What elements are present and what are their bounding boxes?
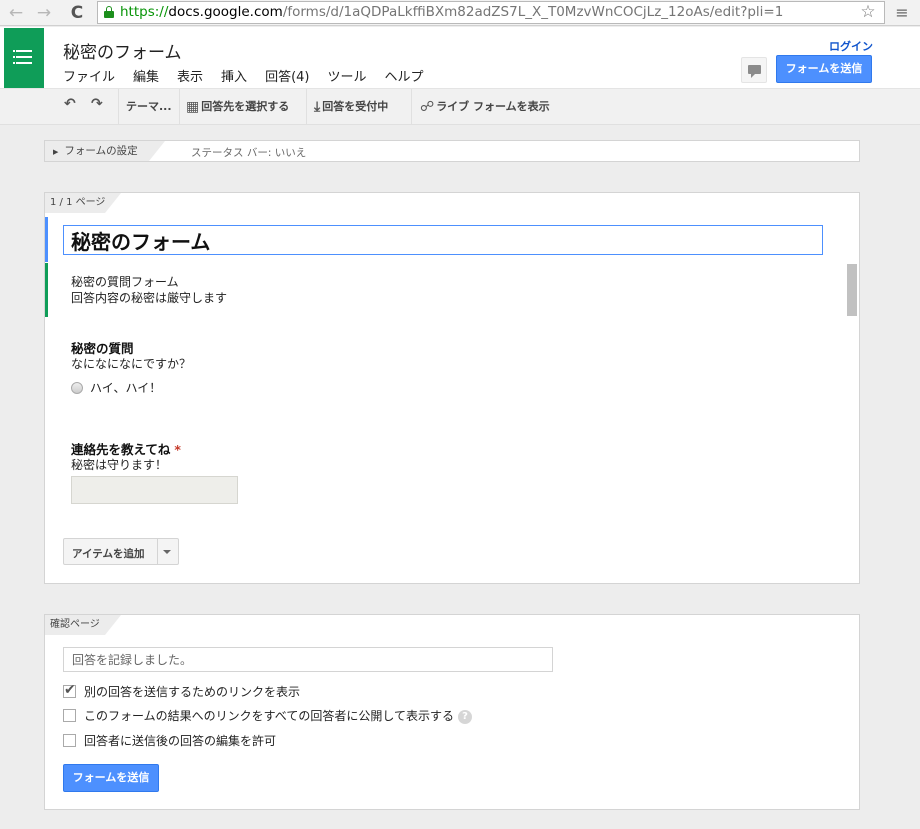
expand-arrow-icon: ▶ xyxy=(53,148,59,156)
url-path: /forms/d/1aQDPaLkffiBXm82adZS7L_X_T0MzvW… xyxy=(282,4,784,20)
redo-icon[interactable]: ↷ xyxy=(91,96,105,112)
checkbox[interactable] xyxy=(63,734,76,747)
undo-icon[interactable]: ↶ xyxy=(64,96,78,112)
required-mark: * xyxy=(174,442,181,457)
reload-icon[interactable]: C xyxy=(66,2,88,24)
status-bar-setting: ステータス バー: いいえ xyxy=(191,147,307,159)
answer-text-box[interactable] xyxy=(71,476,238,504)
address-bar[interactable]: https://docs.google.com/forms/d/1aQDPaLk… xyxy=(97,1,885,24)
option-allow-edit[interactable]: 回答者に送信後の回答の編集を許可 xyxy=(63,732,276,749)
send-form-button[interactable]: フォームを送信 xyxy=(63,764,159,792)
radio-option-label: ハイ、ハイ！ xyxy=(90,381,162,395)
confirmation-page-card: 確認ページ ✔別の回答を送信するためのリンクを表示 このフォームの結果へのリンク… xyxy=(44,614,860,810)
question-help-text: 秘密は守ります！ xyxy=(71,458,168,472)
comments-button[interactable] xyxy=(741,57,767,83)
url-host: docs.google.com xyxy=(168,4,283,20)
option-show-link[interactable]: ✔ 別の回答を送信するためのリンクを表示 xyxy=(63,682,300,700)
url-scheme: https:// xyxy=(120,4,169,20)
comment-icon xyxy=(748,65,761,74)
document-title[interactable]: 秘密のフォーム xyxy=(63,38,182,63)
dropdown-arrow-icon[interactable] xyxy=(163,550,171,554)
form-settings-bar[interactable]: ▶ フォームの設定 ステータス バー: いいえ xyxy=(44,140,860,162)
form-page-card: 1 / 1 ページ 秘密の質問フォーム 回答内容の秘密は厳守します 秘密の質問 … xyxy=(44,192,860,584)
add-item-button[interactable]: アイテムを追加 xyxy=(63,538,179,565)
bookmark-star-icon[interactable]: ☆ xyxy=(857,1,879,23)
table-icon: ▦ xyxy=(186,99,200,115)
confirmation-page-label: 確認ページ xyxy=(45,615,105,635)
question-help-text: なになになにですか？ xyxy=(71,357,192,371)
menu-edit[interactable]: 編集 xyxy=(133,66,159,85)
send-form-button[interactable]: フォームを送信 xyxy=(776,55,872,83)
forward-icon[interactable]: → xyxy=(33,2,55,24)
scrollbar-thumb[interactable] xyxy=(847,264,857,316)
page-label: 1 / 1 ページ xyxy=(45,193,105,213)
help-icon[interactable]: ? xyxy=(457,710,472,724)
menu-insert[interactable]: 挿入 xyxy=(221,66,247,85)
form-title-input[interactable] xyxy=(63,225,823,255)
back-icon[interactable]: ← xyxy=(5,2,27,24)
form-settings-toggle[interactable]: ▶ フォームの設定 xyxy=(45,141,149,161)
download-tray-icon: ⤓ xyxy=(314,99,321,115)
check-icon: ✔ xyxy=(64,682,76,698)
menu-responses[interactable]: 回答(4) xyxy=(265,66,309,85)
menu-view[interactable]: 表示 xyxy=(177,66,203,85)
checkbox[interactable]: ✔ xyxy=(63,682,76,698)
accepting-responses-button[interactable]: ⤓ 回答を受付中 xyxy=(314,98,388,115)
menu-help[interactable]: ヘルプ xyxy=(385,66,424,85)
radio-option[interactable] xyxy=(71,382,83,394)
login-link[interactable]: ログイン xyxy=(829,38,873,54)
browser-menu-icon[interactable]: ≡ xyxy=(891,2,913,24)
confirmation-message-input[interactable] xyxy=(63,647,553,672)
checkbox[interactable] xyxy=(63,709,76,722)
globe-icon: ☍ xyxy=(420,99,435,115)
editor-toolbar: ↶ ↷ テーマ... ▦ 回答先を選択する ⤓ 回答を受付中 ☍ ライブ フォームを表… xyxy=(0,89,920,125)
view-live-form-button[interactable]: ☍ ライブ フォームを表示 xyxy=(420,98,550,115)
theme-button[interactable]: テーマ... xyxy=(126,98,172,114)
menu-tools[interactable]: ツール xyxy=(327,66,366,85)
lock-icon xyxy=(104,6,114,18)
menu-bar: ファイル 編集 表示 挿入 回答(4) ツール ヘルプ xyxy=(63,66,442,85)
browser-toolbar: ← → C https://docs.google.com/forms/d/1a… xyxy=(0,0,920,26)
menu-file[interactable]: ファイル xyxy=(63,66,115,85)
form-description[interactable]: 秘密の質問フォーム 回答内容の秘密は厳守します xyxy=(71,274,227,306)
option-publish-results[interactable]: このフォームの結果へのリンクをすべての回答者に公開して表示する? xyxy=(63,707,472,724)
choose-destination-button[interactable]: ▦ 回答先を選択する xyxy=(186,98,289,115)
forms-logo-icon[interactable] xyxy=(4,28,44,88)
